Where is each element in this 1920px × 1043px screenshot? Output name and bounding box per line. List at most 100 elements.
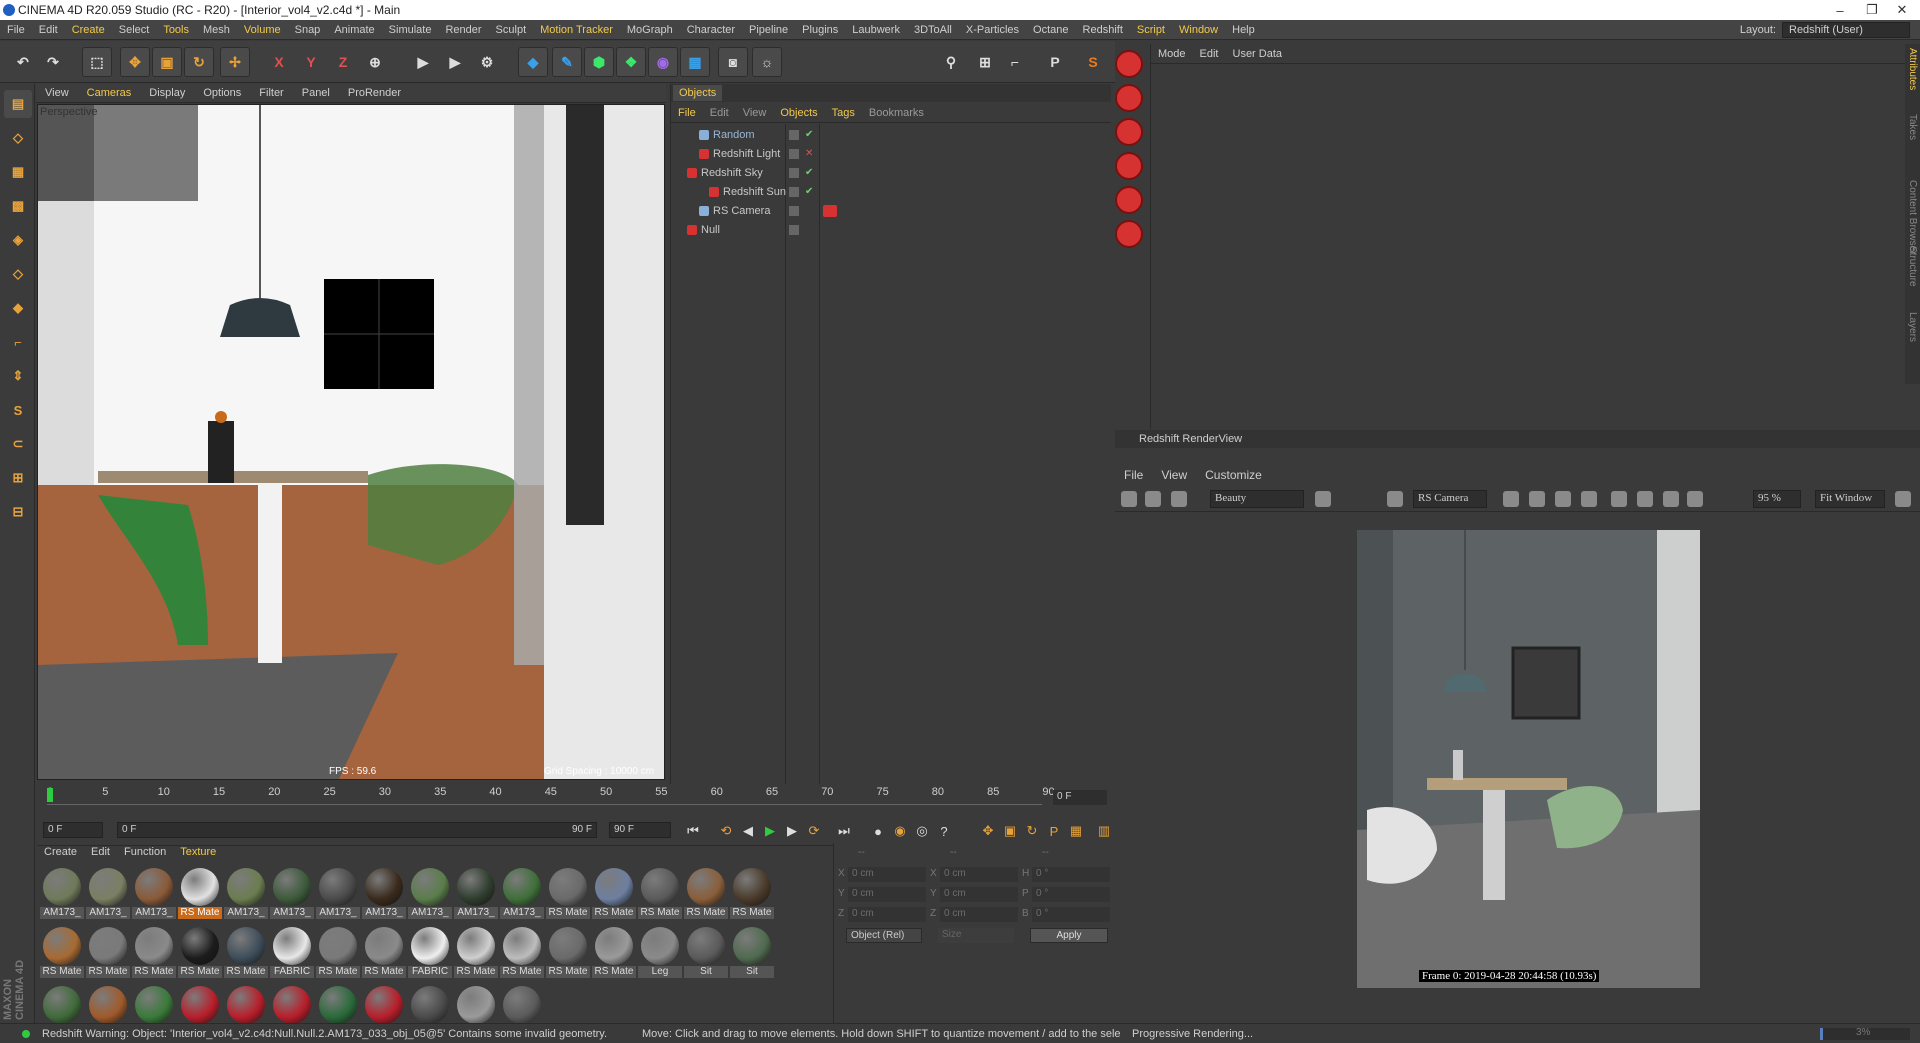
menu-character[interactable]: Character [680,24,742,36]
layer-icon[interactable] [789,205,799,216]
rotate-icon[interactable]: ↻ [184,47,214,77]
magnet-icon[interactable]: ⊂ [4,430,32,458]
render-settings-icon[interactable]: ⚙ [472,47,502,77]
menu-edit[interactable]: Edit [32,24,65,36]
rs-light-icon[interactable] [1115,186,1143,214]
menu-tools[interactable]: Tools [156,24,196,36]
menu-window[interactable]: Window [1172,24,1225,36]
object-name[interactable]: Redshift Sun [723,186,786,198]
texture-mode-icon[interactable]: ▦ [4,158,32,186]
key-icon[interactable]: ◎ [911,820,933,842]
camera-dropdown[interactable]: RS Camera [1413,490,1487,508]
model-mode-icon[interactable]: ◇ [4,124,32,152]
object-row[interactable]: Null [671,220,1111,239]
coord-field[interactable]: 0 cm [940,887,1018,902]
play-forward-icon[interactable]: ▶ [759,820,781,842]
viewport-menu-prorender[interactable]: ProRender [339,87,410,99]
object-name[interactable]: RS Camera [713,205,770,217]
move-icon[interactable]: ✥ [120,47,150,77]
make-editable-icon[interactable]: ▤ [4,90,32,118]
object-row[interactable]: RS Camera [671,201,1111,220]
menu-volume[interactable]: Volume [237,24,288,36]
viewport-menu-cameras[interactable]: Cameras [78,87,141,99]
material-swatch[interactable]: AM173_ [86,865,130,919]
tweak-mode-icon[interactable]: ⇕ [4,362,32,390]
coord-field[interactable]: 0 cm [940,907,1018,922]
material-swatch[interactable]: AM173_ [316,865,360,919]
objects-menu-objects[interactable]: Objects [773,107,824,119]
material-swatch[interactable]: AM173_ [270,865,314,919]
coord-field[interactable]: 0 cm [940,867,1018,882]
redo-icon[interactable]: ↷ [38,47,68,77]
prev-key-icon[interactable]: ⟲ [715,820,737,842]
material-swatch[interactable]: RS Mate [316,924,360,978]
scale-icon[interactable]: ▣ [152,47,182,77]
viewport-menu-options[interactable]: Options [194,87,250,99]
scale-key-icon[interactable]: ▣ [999,820,1021,842]
menu-file[interactable]: File [0,24,32,36]
undo-icon[interactable]: ↶ [8,47,38,77]
circle-icon[interactable] [1581,491,1597,507]
material-swatch[interactable]: RS Mate [546,924,590,978]
viewport-menu-display[interactable]: Display [140,87,194,99]
material-swatch[interactable]: AM173_ [40,865,84,919]
material-swatch[interactable]: RS Mate [132,924,176,978]
menu-pipeline[interactable]: Pipeline [742,24,795,36]
coord-mode-dropdown[interactable]: Object (Rel) [846,928,922,943]
menu-create[interactable]: Create [65,24,112,36]
rs-proxy-icon[interactable] [1115,220,1143,248]
snap-settings-icon[interactable]: ⊞ [4,464,32,492]
play-icon[interactable] [1145,491,1161,507]
material-swatch[interactable]: RS Mate [500,924,544,978]
camera-icon[interactable]: ◙ [718,47,748,77]
viewport-menu-filter[interactable]: Filter [250,87,292,99]
timeline-ruler[interactable]: 051015202530354045505560657075808590 0 F [37,784,1110,816]
visibility-toggle[interactable]: ✔ [805,167,813,178]
material-swatch[interactable]: RS Mate [730,865,774,919]
points-mode-icon[interactable]: ◈ [4,226,32,254]
render-view-icon[interactable]: ▶ [408,47,438,77]
menu-mesh[interactable]: Mesh [196,24,237,36]
attributes-menu-user-data[interactable]: User Data [1226,48,1290,60]
menu-x-particles[interactable]: X-Particles [959,24,1026,36]
rs-camera-icon[interactable] [1115,118,1143,146]
s-logo-icon[interactable]: S [1078,47,1108,77]
materials-menu-create[interactable]: Create [37,846,84,858]
zoom-field[interactable]: 95 % [1753,490,1801,508]
freeze-icon[interactable] [1555,491,1571,507]
viewport-menu-view[interactable]: View [36,87,78,99]
floor-icon[interactable]: ▦ [680,47,710,77]
objects-menu-tags[interactable]: Tags [825,107,862,119]
next-key-icon[interactable]: ⟳ [803,820,825,842]
object-name[interactable]: Null [701,224,720,236]
copy-icon[interactable] [1687,491,1703,507]
cloner-icon[interactable]: ❖ [616,47,646,77]
object-row[interactable]: Redshift Sky ✔ [671,163,1111,182]
material-swatch[interactable]: AM173_ [454,865,498,919]
material-swatch[interactable]: AM173_ [224,865,268,919]
objects-menu-edit[interactable]: Edit [703,107,736,119]
subdivision-icon[interactable]: ⬢ [584,47,614,77]
coord-size-dropdown[interactable]: Size [938,928,1014,943]
move-key-icon[interactable]: ✥ [977,820,999,842]
sidetab-structure[interactable]: Structure [1907,246,1918,287]
menu-mograph[interactable]: MoGraph [620,24,680,36]
objects-menu-bookmarks[interactable]: Bookmarks [862,107,931,119]
settings-icon[interactable] [1895,491,1911,507]
end-frame-field[interactable]: 90 F [609,822,671,838]
light-icon[interactable]: ☼ [752,47,782,77]
material-swatch[interactable]: RS Mate [684,865,728,919]
timeline-track[interactable] [47,804,1042,810]
menu-motion-tracker[interactable]: Motion Tracker [533,24,620,36]
object-name[interactable]: Redshift Light [713,148,780,160]
object-name[interactable]: Random [713,129,755,141]
material-swatch[interactable]: RS Mate [178,924,222,978]
materials-menu-texture[interactable]: Texture [173,846,223,858]
go-start-icon[interactable]: ⏮ [682,820,704,842]
menu-select[interactable]: Select [112,24,157,36]
scheme-icon[interactable]: ▥ [1093,820,1115,842]
viewport-perspective[interactable]: Perspective FPS : 59.6 Grid Spacing : 10… [37,104,665,780]
attributes-menu-mode[interactable]: Mode [1151,48,1193,60]
param-key-icon[interactable]: P [1043,820,1065,842]
menu-plugins[interactable]: Plugins [795,24,845,36]
